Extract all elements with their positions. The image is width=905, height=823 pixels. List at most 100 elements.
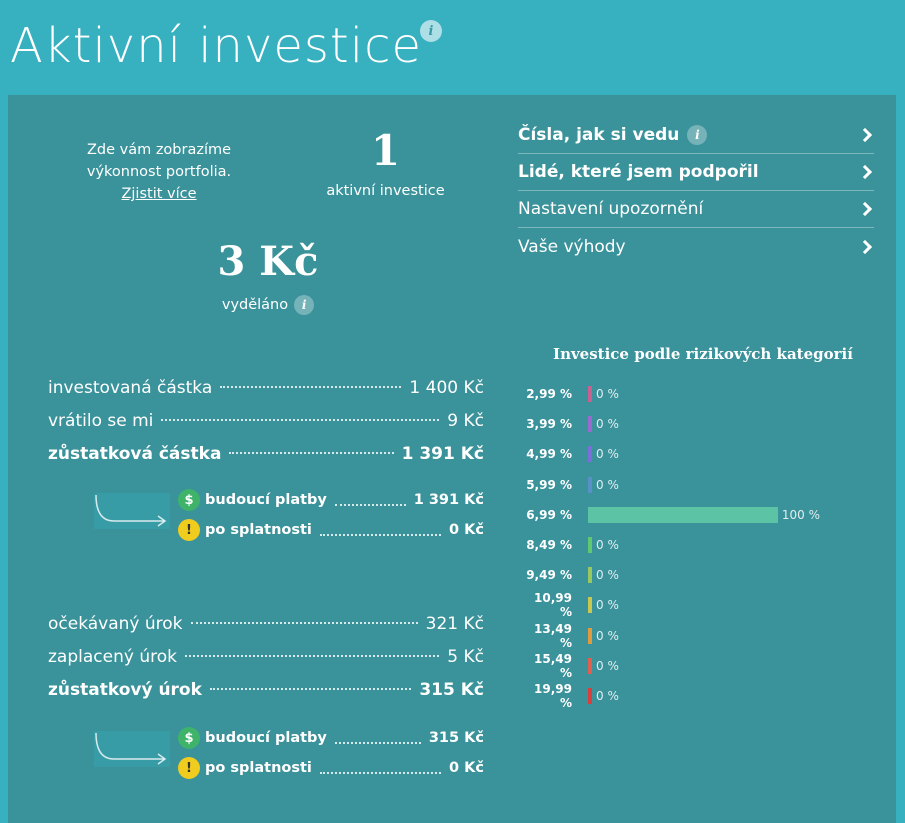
principal-sub-list: $ budoucí platby 1 391 Kč ! po splatnosti 0 K… bbox=[178, 485, 484, 545]
menu-item-left: Vaše výhody bbox=[518, 237, 626, 257]
category-label: 4,99 % bbox=[526, 447, 572, 462]
value-label: 0 % bbox=[596, 477, 619, 492]
category-label: 3,99 % bbox=[526, 417, 572, 432]
risk-category-chart: Investice podle rizikových kategorií 2,9… bbox=[520, 345, 890, 711]
value-label: 0 % bbox=[596, 628, 619, 643]
summary-row: investovaná částka 1 400 Kč bbox=[48, 378, 484, 411]
dotted-leader bbox=[319, 534, 442, 536]
info-icon[interactable]: i bbox=[294, 295, 315, 315]
bar-area: 0 % bbox=[588, 446, 820, 463]
chart-bar bbox=[588, 597, 592, 614]
chart-bar bbox=[588, 476, 592, 493]
earned-summary: 3 Kč vyděláno i bbox=[188, 235, 348, 315]
earned-label: vyděláno bbox=[221, 297, 289, 313]
active-count-label: aktivní investice bbox=[326, 183, 445, 199]
payment-label: budoucí platby bbox=[205, 730, 327, 746]
value-label: 0 % bbox=[596, 598, 619, 613]
row-value: 1 391 Kč bbox=[401, 444, 484, 464]
dotted-leader bbox=[334, 742, 421, 744]
row-value: 315 Kč bbox=[419, 680, 484, 700]
chart-row: 19,99 % 0 % bbox=[520, 681, 890, 711]
menu-item-label: Lidé, které jsem podpořil bbox=[518, 162, 759, 182]
summary-row: zaplacený úrok 5 Kč bbox=[48, 647, 484, 680]
chart-bar bbox=[588, 416, 592, 433]
category-label: 8,49 % bbox=[526, 538, 572, 553]
summary-row: zůstatková částka 1 391 Kč bbox=[48, 444, 484, 477]
row-label: investovaná částka bbox=[48, 378, 213, 398]
chart-bar bbox=[588, 657, 592, 674]
chart-row: 8,49 % 0 % bbox=[520, 530, 890, 560]
value-label: 0 % bbox=[596, 417, 619, 432]
chart-row: 4,99 % 0 % bbox=[520, 439, 890, 469]
chart-row: 13,49 % 0 % bbox=[520, 621, 890, 651]
category-label: 5,99 % bbox=[526, 477, 572, 492]
learn-more-link[interactable]: Zjistit více bbox=[121, 183, 196, 205]
category-label: 19,99 % bbox=[534, 681, 572, 710]
chart-row: 15,49 % 0 % bbox=[520, 651, 890, 681]
chevron-right-icon bbox=[857, 127, 873, 143]
chart-row: 10,99 % 0 % bbox=[520, 590, 890, 620]
chevron-right-icon bbox=[857, 239, 873, 254]
dollar-icon: $ bbox=[178, 489, 200, 511]
dotted-leader bbox=[190, 622, 418, 624]
payment-row: $ budoucí platby 315 Kč bbox=[178, 723, 484, 753]
payment-value: 0 Kč bbox=[449, 760, 484, 776]
chart-bar bbox=[588, 506, 778, 523]
chart-row: 5,99 % 0 % bbox=[520, 470, 890, 500]
menu-item[interactable]: Nastavení upozornění bbox=[518, 191, 874, 228]
payment-value: 0 Kč bbox=[449, 522, 484, 538]
payment-row: ! po splatnosti 0 Kč bbox=[178, 515, 484, 545]
info-icon[interactable]: i bbox=[420, 20, 442, 42]
payment-value: 1 391 Kč bbox=[413, 492, 484, 508]
menu-item[interactable]: Lidé, které jsem podpořil bbox=[518, 154, 874, 191]
active-investments-count: 1 aktivní investice bbox=[308, 125, 463, 199]
row-value: 5 Kč bbox=[447, 647, 484, 667]
dotted-leader bbox=[319, 772, 442, 774]
active-count-value: 1 bbox=[370, 126, 401, 175]
row-label: vrátilo se mi bbox=[48, 411, 154, 431]
value-label: 100 % bbox=[781, 507, 820, 522]
menu-item-label: Čísla, jak si vedu bbox=[518, 125, 680, 145]
chart-bar bbox=[588, 446, 592, 463]
menu-item-left: Nastavení upozornění bbox=[518, 199, 703, 219]
info-icon[interactable]: i bbox=[687, 125, 708, 145]
category-label: 15,49 % bbox=[534, 651, 572, 680]
bar-area: 0 % bbox=[588, 597, 820, 614]
earned-label-row: vyděláno i bbox=[188, 295, 348, 315]
bar-area: 0 % bbox=[588, 567, 820, 584]
chart-row: 2,99 % 0 % bbox=[520, 379, 890, 409]
chart-bar bbox=[588, 386, 592, 403]
bar-area: 100 % bbox=[588, 506, 820, 523]
page-title: Aktivní investice bbox=[10, 18, 422, 74]
payment-label: po splatnosti bbox=[205, 760, 312, 776]
payment-label: budoucí platby bbox=[205, 492, 327, 508]
principal-list: investovaná částka 1 400 Kč vrátilo se mi 9… bbox=[48, 378, 484, 477]
menu-item-label: Nastavení upozornění bbox=[518, 199, 704, 219]
row-label: zůstatkový úrok bbox=[48, 680, 202, 700]
chart-title: Investice podle rizikových kategorií bbox=[553, 345, 853, 363]
portfolio-menu: Čísla, jak si vedu i Lidé, které jsem podp… bbox=[518, 117, 874, 265]
warning-icon: ! bbox=[178, 519, 200, 541]
summary-row: vrátilo se mi 9 Kč bbox=[48, 411, 484, 444]
chart-rows: 2,99 % 0 % 3,99 % 0 % 4,99 % 0 % 5,99 % 0 % 6,99… bbox=[520, 379, 890, 711]
category-label: 9,49 % bbox=[526, 568, 572, 583]
interest-sub-list: $ budoucí platby 315 Kč! po splatnosti 0 Kč bbox=[178, 723, 484, 783]
menu-item[interactable]: Vaše výhody bbox=[518, 228, 874, 265]
intro-line-1: Zde vám zobrazíme bbox=[86, 142, 232, 158]
menu-item[interactable]: Čísla, jak si vedu i bbox=[518, 117, 874, 154]
payment-row: ! po splatnosti 0 Kč bbox=[178, 753, 484, 783]
portfolio-intro: Zde vám zobrazíme výkonnost portfolia. Z… bbox=[64, 139, 254, 205]
value-label: 0 % bbox=[596, 447, 619, 462]
category-label: 6,99 % bbox=[526, 507, 572, 522]
chart-row: 6,99 % 100 % bbox=[520, 500, 890, 530]
payment-row: $ budoucí platby 1 391 Kč bbox=[178, 485, 484, 515]
menu-item-left: Čísla, jak si vedu i bbox=[518, 125, 708, 145]
row-value: 9 Kč bbox=[447, 411, 484, 431]
warning-icon: ! bbox=[178, 757, 200, 779]
flow-arrow-icon bbox=[94, 493, 170, 529]
bar-area: 0 % bbox=[588, 386, 820, 403]
row-label: zůstatková částka bbox=[48, 444, 222, 464]
flow-arrow-icon bbox=[94, 731, 170, 767]
payment-value: 315 Kč bbox=[428, 730, 484, 746]
dollar-icon: $ bbox=[178, 727, 200, 749]
